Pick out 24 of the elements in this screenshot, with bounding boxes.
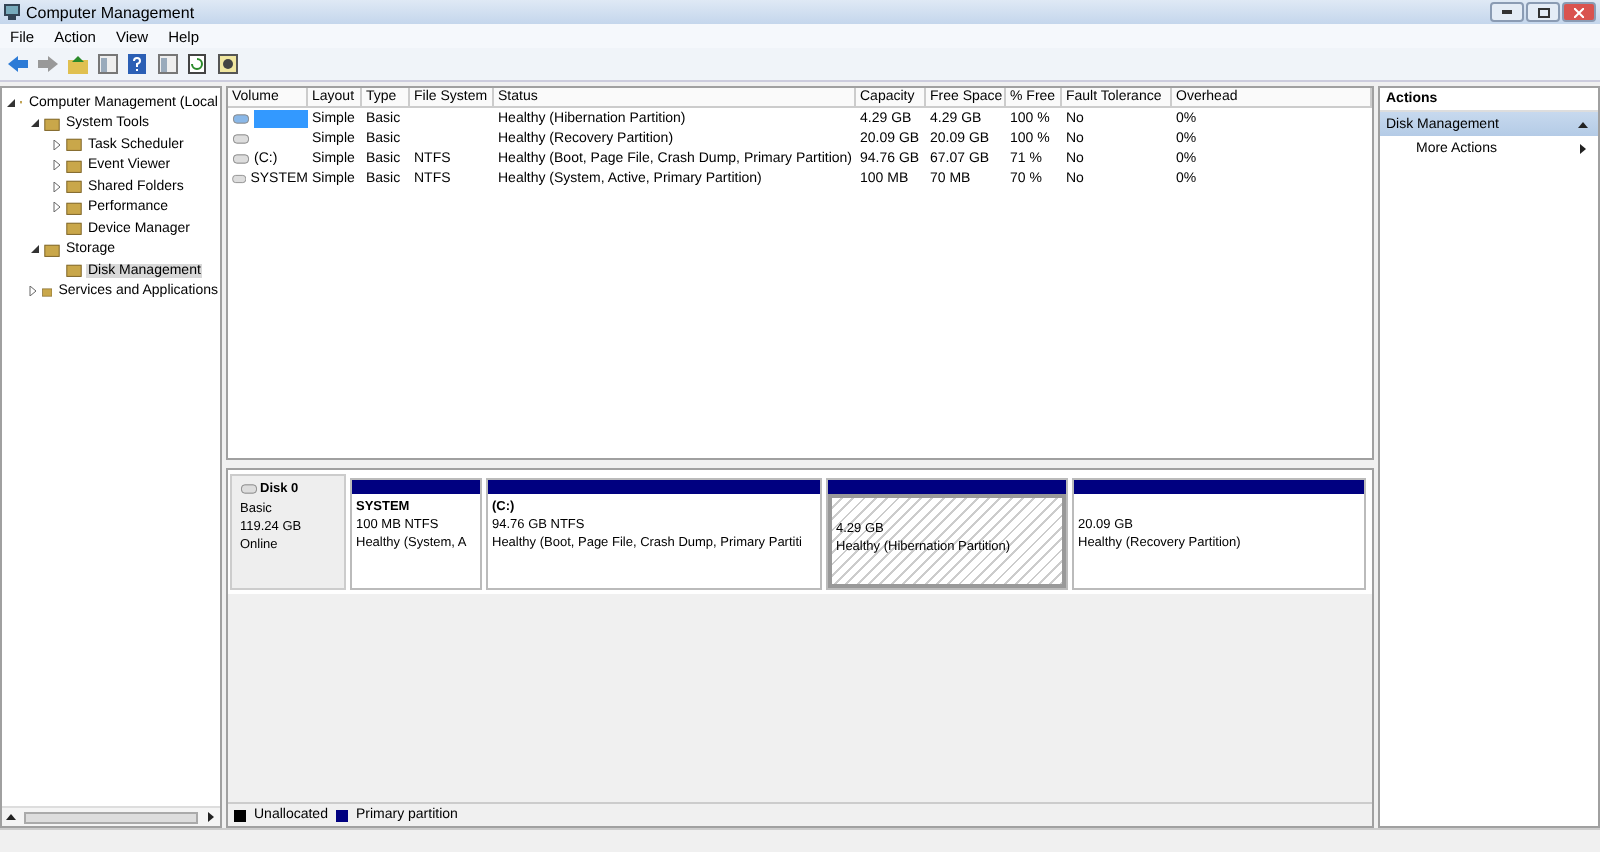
refresh-icon[interactable] xyxy=(186,53,208,75)
partition-bar xyxy=(352,480,480,494)
computer-icon xyxy=(4,4,20,20)
minimize-button[interactable] xyxy=(1490,2,1524,22)
close-icon xyxy=(1574,7,1584,17)
scroll-right-icon xyxy=(206,812,216,822)
forward-arrow-icon[interactable] xyxy=(36,53,58,75)
submenu-arrow-icon xyxy=(1578,143,1588,153)
selection-highlight[interactable] xyxy=(254,109,308,127)
close-button[interactable] xyxy=(1562,2,1596,22)
minimize-icon xyxy=(1502,10,1512,14)
maximize-button[interactable] xyxy=(1526,2,1560,22)
horizontal-scrollbar[interactable] xyxy=(2,806,220,826)
folder-up-icon[interactable] xyxy=(66,53,88,75)
help-icon[interactable] xyxy=(126,53,148,75)
properties-icon[interactable] xyxy=(216,53,238,75)
panel-icon[interactable] xyxy=(156,53,178,75)
maximize-icon xyxy=(1537,7,1549,17)
scroll-left-icon xyxy=(6,812,16,822)
drive-icon xyxy=(240,484,258,494)
back-arrow-icon[interactable] xyxy=(6,53,28,75)
panel-icon[interactable] xyxy=(96,53,118,75)
window-title: Computer Management xyxy=(26,3,197,21)
collapse-icon xyxy=(1578,119,1588,129)
